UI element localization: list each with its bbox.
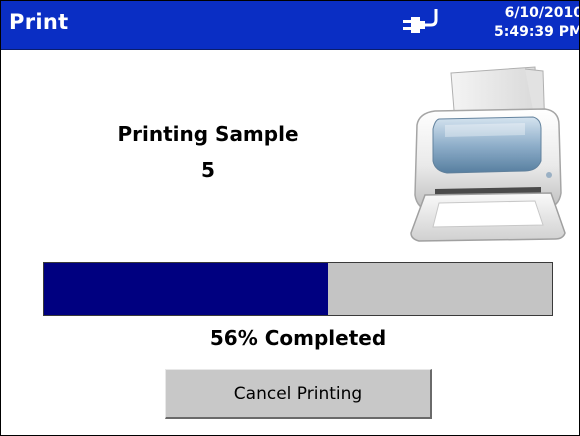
window-title: Print	[9, 10, 69, 34]
title-bar: Print 6/10/2010 5:49:39 PM	[1, 1, 579, 50]
print-progress-bar	[43, 262, 553, 316]
date-time-display: 6/10/2010 5:49:39 PM	[465, 4, 580, 42]
time-text: 5:49:39 PM	[494, 24, 580, 40]
status-label: Printing Sample	[117, 122, 299, 146]
progress-fill	[44, 263, 329, 315]
date-text: 6/10/2010	[504, 5, 580, 21]
cancel-printing-button[interactable]: Cancel Printing	[165, 369, 432, 419]
print-status: Printing Sample 5	[93, 119, 323, 185]
print-dialog: Print 6/10/2010 5:49:39 PM Printing Samp…	[0, 0, 580, 436]
sample-number: 5	[201, 158, 215, 182]
progress-text: 56% Completed	[209, 326, 387, 350]
power-plug-icon	[403, 9, 438, 33]
printer-icon	[410, 66, 566, 242]
